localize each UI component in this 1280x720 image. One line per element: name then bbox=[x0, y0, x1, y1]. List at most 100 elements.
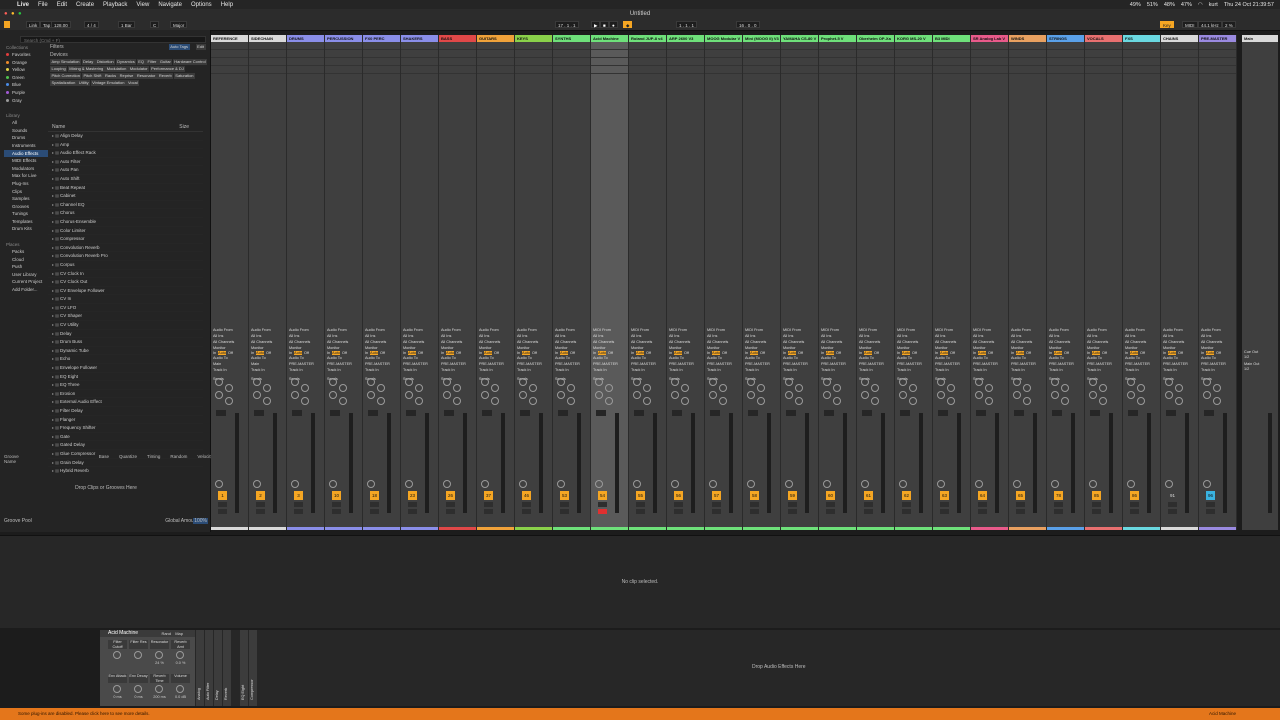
filter-tag[interactable]: Utility bbox=[77, 80, 91, 86]
clip-slot[interactable] bbox=[1161, 66, 1198, 74]
solo-button[interactable] bbox=[1206, 502, 1215, 507]
clip-slot[interactable] bbox=[477, 66, 514, 74]
clip-slot[interactable] bbox=[819, 42, 856, 50]
send-knob[interactable] bbox=[225, 384, 233, 392]
send-knob[interactable] bbox=[329, 378, 337, 386]
monitor-auto[interactable]: Auto bbox=[484, 351, 492, 355]
send-knob[interactable] bbox=[1061, 384, 1069, 392]
monitor-switch[interactable]: In Auto Off bbox=[669, 351, 689, 355]
track-header[interactable]: CHAINS bbox=[1161, 35, 1198, 42]
send-knob[interactable] bbox=[947, 397, 955, 405]
send-knob[interactable] bbox=[415, 397, 423, 405]
library-item[interactable]: Samples bbox=[4, 195, 48, 203]
send-knob[interactable] bbox=[795, 397, 803, 405]
monitor-off[interactable]: Off bbox=[532, 351, 537, 355]
send-knob[interactable] bbox=[377, 397, 385, 405]
send-knob[interactable] bbox=[557, 378, 565, 386]
monitor-in[interactable]: In bbox=[935, 351, 938, 355]
map-button[interactable]: Map bbox=[173, 630, 185, 637]
filter-tag[interactable]: Reprise bbox=[118, 73, 135, 79]
clip-slot[interactable] bbox=[705, 58, 742, 66]
pan-knob[interactable] bbox=[405, 480, 413, 488]
pan-knob[interactable] bbox=[861, 480, 869, 488]
solo-button[interactable] bbox=[788, 502, 797, 507]
list-item[interactable]: Auto Shift bbox=[48, 175, 203, 184]
list-item[interactable]: CV In bbox=[48, 295, 203, 304]
track-header[interactable]: DRUMS bbox=[287, 35, 324, 42]
clip-slot[interactable] bbox=[667, 50, 704, 58]
input-source-menu[interactable]: All Ins bbox=[821, 334, 831, 338]
pan-knob[interactable] bbox=[785, 480, 793, 488]
pan-knob[interactable] bbox=[1165, 480, 1173, 488]
groove-column-header[interactable]: Base bbox=[99, 454, 109, 461]
monitor-switch[interactable]: In Auto Off bbox=[327, 351, 347, 355]
clip-slot[interactable] bbox=[211, 50, 248, 58]
clip-slot[interactable] bbox=[287, 66, 324, 74]
list-item[interactable]: Flanger bbox=[48, 416, 203, 425]
send-knob[interactable] bbox=[671, 391, 679, 399]
send-knob[interactable] bbox=[481, 378, 489, 386]
clip-slot[interactable] bbox=[1009, 42, 1046, 50]
monitor-switch[interactable]: In Auto Off bbox=[593, 351, 613, 355]
send-knob[interactable] bbox=[529, 397, 537, 405]
pan-knob[interactable] bbox=[899, 480, 907, 488]
clip-slot[interactable] bbox=[591, 42, 628, 50]
pan-knob[interactable] bbox=[975, 480, 983, 488]
clip-slot[interactable] bbox=[249, 58, 286, 66]
pan-knob[interactable] bbox=[253, 480, 261, 488]
clip-slot[interactable] bbox=[705, 50, 742, 58]
input-source-menu[interactable]: All Ins bbox=[213, 334, 223, 338]
clip-slot[interactable] bbox=[287, 58, 324, 66]
filter-tag[interactable]: Vintage Emulation bbox=[90, 80, 126, 86]
clip-slot[interactable] bbox=[857, 58, 894, 66]
rand-button[interactable]: Rand bbox=[159, 630, 173, 637]
monitor-in[interactable]: In bbox=[593, 351, 596, 355]
volume-readout[interactable] bbox=[520, 410, 530, 416]
monitor-switch[interactable]: In Auto Off bbox=[1049, 351, 1069, 355]
clip-slot[interactable] bbox=[1199, 50, 1236, 58]
filter-tag[interactable]: Guitar bbox=[158, 59, 173, 65]
pan-knob[interactable] bbox=[937, 480, 945, 488]
pan-knob[interactable] bbox=[823, 480, 831, 488]
output-target-menu[interactable]: PRE-MASTER bbox=[1087, 362, 1112, 366]
send-knob[interactable] bbox=[377, 384, 385, 392]
places-item[interactable]: Packs bbox=[4, 248, 48, 256]
monitor-off[interactable]: Off bbox=[1216, 351, 1221, 355]
monitor-off[interactable]: Off bbox=[874, 351, 879, 355]
track-header[interactable]: MOOG Modular V bbox=[705, 35, 742, 42]
track-header[interactable]: VOCALS bbox=[1085, 35, 1122, 42]
send-knob[interactable] bbox=[671, 378, 679, 386]
volume-readout[interactable] bbox=[748, 410, 758, 416]
library-item[interactable]: MIDI Effects bbox=[4, 157, 48, 165]
library-item[interactable]: Modulators bbox=[4, 165, 48, 173]
list-item[interactable]: Drum Buss bbox=[48, 338, 203, 347]
monitor-auto[interactable]: Auto bbox=[788, 351, 796, 355]
monitor-switch[interactable]: In Auto Off bbox=[935, 351, 955, 355]
track-header[interactable]: YAMAHA CS-80 V bbox=[781, 35, 818, 42]
input-channel-menu[interactable]: All Channels bbox=[1011, 340, 1032, 344]
clip-slot[interactable] bbox=[325, 58, 362, 66]
arm-button[interactable] bbox=[1092, 509, 1101, 514]
collection-item[interactable]: Purple bbox=[4, 89, 48, 97]
chain-device[interactable]: EQ Eight bbox=[240, 630, 248, 706]
pan-knob[interactable] bbox=[329, 480, 337, 488]
monitor-auto[interactable]: Auto bbox=[218, 351, 226, 355]
monitor-in[interactable]: In bbox=[707, 351, 710, 355]
monitor-in[interactable]: In bbox=[1087, 351, 1090, 355]
monitor-off[interactable]: Off bbox=[1064, 351, 1069, 355]
groove-column-header[interactable]: Groove Name bbox=[4, 454, 19, 464]
track-header[interactable]: PRE-MASTER bbox=[1199, 35, 1236, 42]
clip-slot[interactable] bbox=[553, 58, 590, 66]
output-target-menu[interactable]: PRE-MASTER bbox=[327, 362, 352, 366]
track-header[interactable]: SHAKERS bbox=[401, 35, 438, 42]
input-channel-menu[interactable]: All Channels bbox=[897, 340, 918, 344]
send-knob[interactable] bbox=[519, 378, 527, 386]
clip-slot[interactable] bbox=[1085, 66, 1122, 74]
track-activator[interactable]: 96 bbox=[1206, 491, 1215, 500]
monitor-off[interactable]: Off bbox=[1140, 351, 1145, 355]
arm-button[interactable] bbox=[294, 509, 303, 514]
library-item[interactable]: Grooves bbox=[4, 203, 48, 211]
output-target-menu[interactable]: PRE-MASTER bbox=[973, 362, 998, 366]
send-knob[interactable] bbox=[1127, 378, 1135, 386]
send-knob[interactable] bbox=[681, 384, 689, 392]
